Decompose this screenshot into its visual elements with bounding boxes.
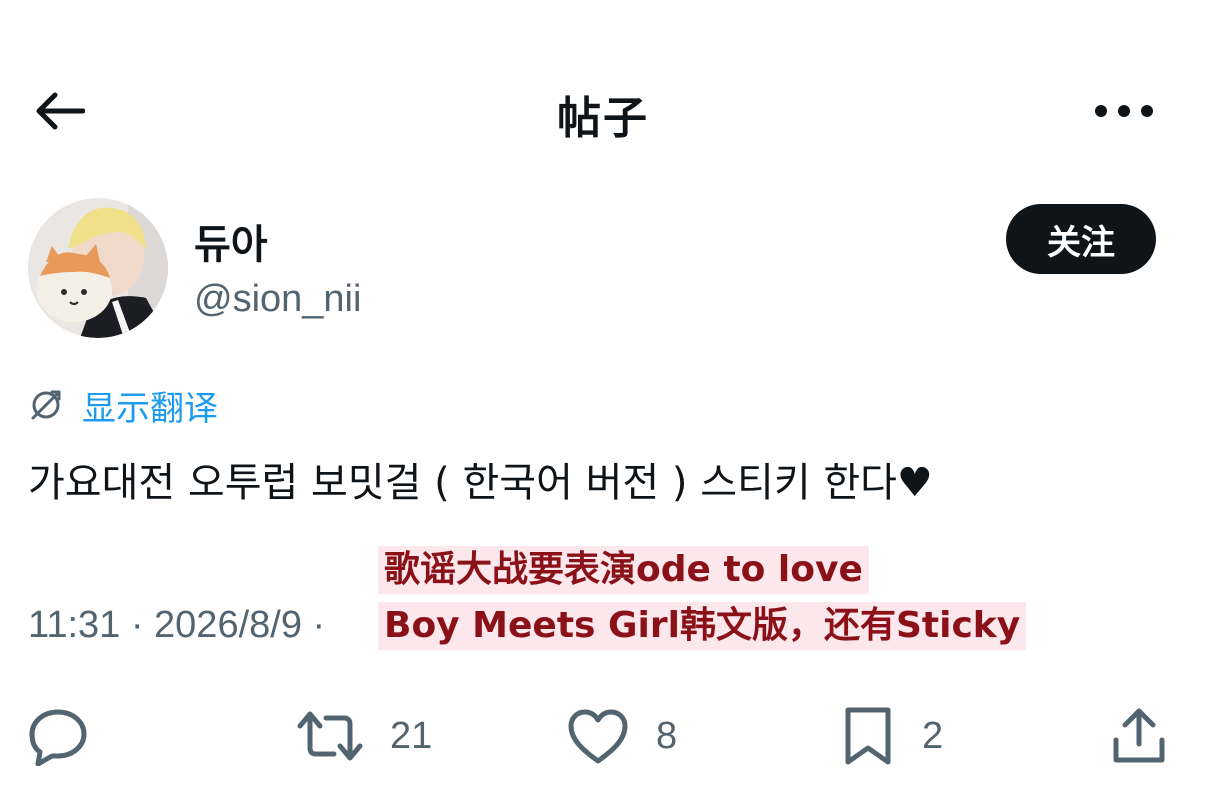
caption-line-2: Boy Meets Girl韩文版，还有Sticky [378,602,1027,650]
follow-button[interactable]: 关注 [1006,204,1156,274]
reply-icon [29,709,87,766]
avatar[interactable] [28,198,168,338]
retweet-icon [297,711,363,761]
post-text: 가요대전 오투럽 보밋걸 ( 한국어 버전 ) 스티키 한다♥ [28,460,933,506]
top-bar: 帖子 [0,62,1206,158]
more-options-button[interactable] [1088,88,1160,134]
reply-button[interactable] [26,706,90,766]
show-translation-link[interactable]: 显示翻译 [28,382,218,429]
like-button[interactable]: 8 [566,706,677,766]
retweet-count: 21 [390,714,433,757]
bookmark-button[interactable]: 2 [840,706,943,766]
bookmark-icon [845,707,891,765]
post-timestamp[interactable]: 11:31 · 2026/8/9 · [28,604,325,647]
like-count: 8 [656,714,678,757]
author-display-name[interactable]: 듀아 [194,212,268,270]
globe-icon [31,390,61,420]
author-handle[interactable]: @sion_nii [194,278,361,321]
share-icon [1113,708,1165,763]
caption-line-1: 歌谣大战要表演ode to love [378,546,869,594]
heart-icon [568,709,628,764]
show-translation-label: 显示翻译 [82,388,218,429]
more-horizontal-icon [1095,105,1153,117]
bookmark-count: 2 [922,714,944,757]
share-button[interactable] [1110,706,1168,766]
retweet-button[interactable]: 21 [296,706,432,766]
avatar-image [28,198,168,338]
page-title: 帖子 [557,93,649,144]
